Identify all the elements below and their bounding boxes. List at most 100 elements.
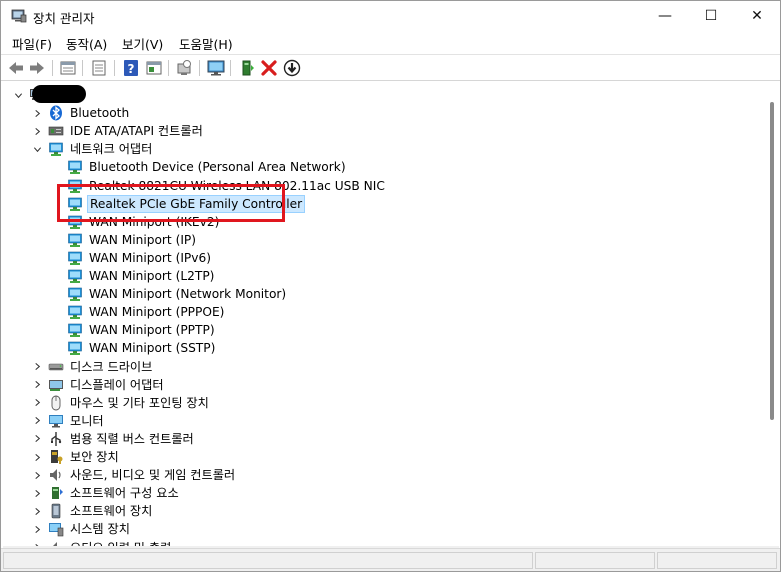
- monitor-icon[interactable]: [206, 58, 226, 78]
- network-adapter-item[interactable]: WAN Miniport (L2TP): [49, 267, 216, 285]
- chevron-right-icon[interactable]: [30, 522, 44, 536]
- menu-action[interactable]: 동작(A): [66, 34, 107, 53]
- tree-category[interactable]: 소프트웨어 장치: [30, 502, 154, 520]
- chevron-right-icon[interactable]: [30, 432, 44, 446]
- tree-category[interactable]: 모니터: [30, 412, 106, 430]
- device-tree[interactable]: Bluetooth IDE ATA/ATAPI 컨트롤러 네트워크 어댑터 Bluet…: [3, 84, 765, 546]
- network-icon: [67, 268, 83, 284]
- network-adapter-item[interactable]: Bluetooth Device (Personal Area Network): [49, 158, 348, 176]
- network-adapter-item[interactable]: WAN Miniport (PPPOE): [49, 303, 226, 321]
- tree-item-label: 디스플레이 어댑터: [70, 377, 164, 392]
- chevron-down-icon[interactable]: [11, 88, 25, 102]
- view-icon[interactable]: [89, 58, 109, 78]
- status-segment: [3, 552, 533, 569]
- network-adapter-item[interactable]: WAN Miniport (SSTP): [49, 339, 217, 357]
- menu-view[interactable]: 보기(V): [122, 34, 163, 53]
- toolbar-separator: [199, 60, 200, 76]
- network-icon: [67, 286, 83, 302]
- chevron-right-icon[interactable]: [30, 360, 44, 374]
- tree-category[interactable]: 보안 장치: [30, 448, 121, 466]
- properties-icon[interactable]: [58, 58, 78, 78]
- network-adapter-item[interactable]: WAN Miniport (IPv6): [49, 249, 213, 267]
- scrollbar-thumb[interactable]: [770, 102, 774, 420]
- tree-category[interactable]: 소프트웨어 구성 요소: [30, 484, 181, 502]
- vertical-scrollbar[interactable]: [765, 84, 779, 546]
- uninstall-icon[interactable]: [259, 58, 279, 78]
- tree-category[interactable]: 네트워크 어댑터: [30, 140, 154, 158]
- tree-category[interactable]: 디스크 드라이브: [30, 358, 154, 376]
- tree-category[interactable]: 사운드, 비디오 및 게임 컨트롤러: [30, 466, 237, 484]
- network-icon: [48, 141, 64, 157]
- chevron-right-icon[interactable]: [30, 468, 44, 482]
- system-device-icon: [48, 521, 64, 537]
- toolbar: ?: [1, 54, 780, 81]
- tree-item-label: 마우스 및 기타 포인팅 장치: [70, 395, 209, 410]
- mouse-icon: [48, 395, 64, 411]
- chevron-right-icon[interactable]: [30, 504, 44, 518]
- minimize-button[interactable]: —: [642, 1, 688, 31]
- tree-item-label: WAN Miniport (Network Monitor): [89, 287, 287, 302]
- annotation-highlight-box: [57, 184, 285, 222]
- maximize-button[interactable]: ☐: [688, 1, 734, 31]
- tree-category[interactable]: 마우스 및 기타 포인팅 장치: [30, 394, 211, 412]
- back-icon[interactable]: [6, 58, 26, 78]
- chevron-right-icon[interactable]: [30, 414, 44, 428]
- menu-help[interactable]: 도움말(H): [179, 34, 233, 53]
- close-button[interactable]: ✕: [734, 1, 780, 31]
- forward-icon[interactable]: [27, 58, 47, 78]
- usb-icon: [48, 431, 64, 447]
- tree-category[interactable]: 시스템 장치: [30, 520, 132, 538]
- network-icon: [67, 250, 83, 266]
- menu-bar: 파일(F) 동작(A) 보기(V) 도움말(H): [1, 31, 780, 53]
- tree-category[interactable]: 오디오 입력 및 출력: [30, 539, 173, 546]
- toolbar-separator: [52, 60, 53, 76]
- status-segment: [535, 552, 655, 569]
- ide-icon: [48, 123, 64, 139]
- show-hidden-icon[interactable]: [144, 58, 164, 78]
- tree-item-label: 모니터: [70, 413, 104, 428]
- menu-file[interactable]: 파일(F): [12, 34, 52, 53]
- tree-item-label: 보안 장치: [70, 450, 119, 464]
- chevron-down-icon[interactable]: [30, 142, 44, 156]
- network-adapter-item[interactable]: WAN Miniport (PPTP): [49, 321, 217, 339]
- bluetooth-icon: [48, 105, 64, 121]
- chevron-right-icon[interactable]: [30, 486, 44, 500]
- tree-item-label: WAN Miniport (IPv6): [89, 250, 211, 265]
- chevron-right-icon[interactable]: [30, 124, 44, 138]
- disk-icon: [48, 359, 64, 375]
- network-icon: [67, 304, 83, 320]
- sound-icon: [48, 467, 64, 483]
- svg-text:?: ?: [128, 62, 135, 76]
- tree-category[interactable]: 범용 직렬 버스 컨트롤러: [30, 430, 196, 448]
- tree-item-label: 범용 직렬 버스 컨트롤러: [70, 431, 194, 446]
- tree-item-label: WAN Miniport (IP): [89, 232, 197, 247]
- network-icon: [67, 159, 83, 175]
- scan-hardware-icon[interactable]: [174, 58, 194, 78]
- chevron-right-icon[interactable]: [30, 450, 44, 464]
- tree-item-label: Bluetooth: [70, 106, 130, 121]
- toolbar-separator: [230, 60, 231, 76]
- chevron-right-icon[interactable]: [30, 106, 44, 120]
- tree-item-label: 디스크 드라이브: [70, 359, 153, 374]
- tree-category[interactable]: Bluetooth: [30, 104, 131, 122]
- update-driver-icon[interactable]: [237, 58, 257, 78]
- tree-item-label: 소프트웨어 구성 요소: [70, 486, 179, 501]
- title-bar[interactable]: 장치 관리자 — ☐ ✕: [1, 1, 780, 31]
- tree-category[interactable]: 디스플레이 어댑터: [30, 376, 166, 394]
- network-adapter-item[interactable]: WAN Miniport (IP): [49, 231, 198, 249]
- network-icon: [67, 340, 83, 356]
- help-icon[interactable]: ?: [121, 58, 141, 78]
- security-device-icon: [48, 449, 64, 465]
- chevron-right-icon[interactable]: [30, 396, 44, 410]
- tree-category[interactable]: IDE ATA/ATAPI 컨트롤러: [30, 122, 205, 140]
- chevron-right-icon[interactable]: [30, 378, 44, 392]
- disable-icon[interactable]: [282, 58, 302, 78]
- network-adapter-item[interactable]: WAN Miniport (Network Monitor): [49, 285, 288, 303]
